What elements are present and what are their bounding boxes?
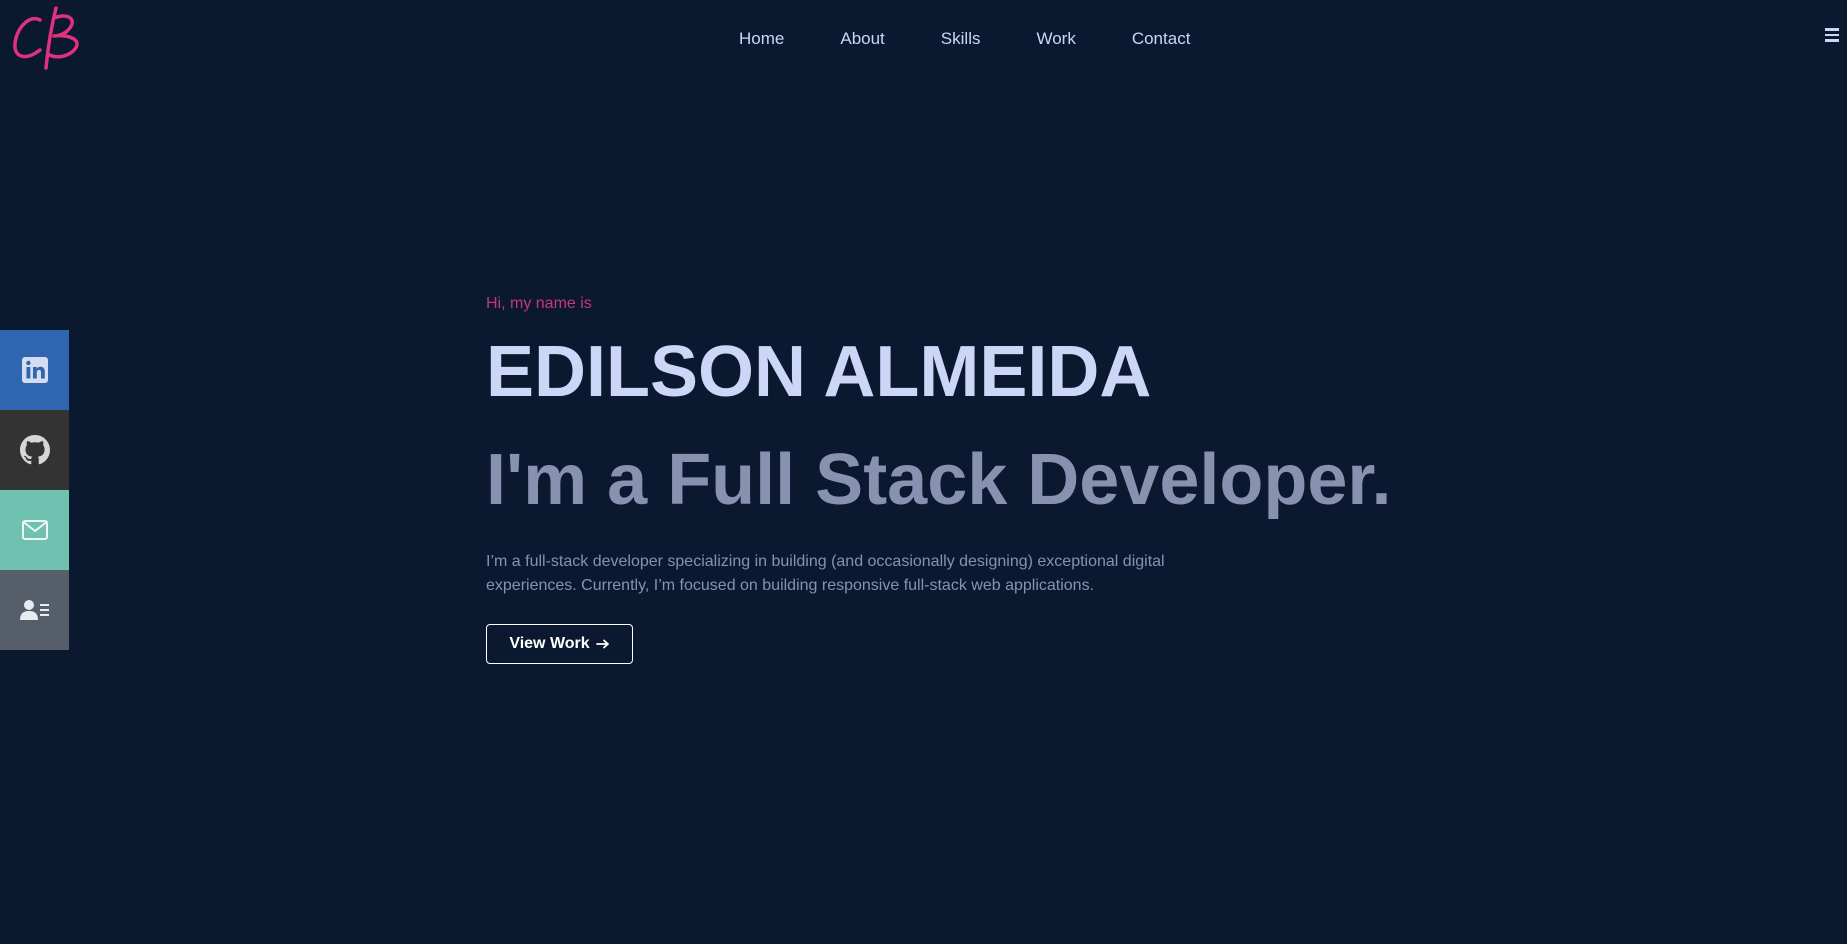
- mail-icon: [21, 520, 48, 540]
- social-sidebar: [0, 330, 69, 650]
- nav-links: Home About Skills Work Contact: [739, 28, 1190, 50]
- hero-name: EDILSON ALMEIDA: [486, 332, 1152, 412]
- resume-link[interactable]: [0, 570, 69, 650]
- nav-item-home[interactable]: Home: [739, 28, 784, 50]
- nav-item-skills[interactable]: Skills: [941, 28, 981, 50]
- hero-intro: Hi, my name is: [486, 295, 592, 312]
- github-link[interactable]: [0, 410, 69, 490]
- email-link[interactable]: [0, 490, 69, 570]
- nav-item-contact[interactable]: Contact: [1132, 28, 1191, 50]
- contact-card-icon: [19, 600, 49, 620]
- view-work-button[interactable]: View Work: [486, 624, 633, 664]
- linkedin-icon: [21, 357, 48, 383]
- github-icon: [19, 435, 50, 465]
- nav-item-work[interactable]: Work: [1036, 28, 1075, 50]
- hero-description: I’m a full-stack developer specializing …: [486, 553, 1165, 594]
- arrow-right-icon: [595, 639, 609, 649]
- hero-section: Hi, my name is EDILSON ALMEIDA I'm a Ful…: [486, 292, 1686, 664]
- linkedin-link[interactable]: [0, 330, 69, 410]
- nav-item-about[interactable]: About: [840, 28, 884, 50]
- view-work-label: View Work: [509, 635, 590, 652]
- page: Home About Skills Work Contact Hi, my na…: [0, 0, 1847, 944]
- hero-role: I'm a Full Stack Developer.: [486, 440, 1392, 520]
- hamburger-icon[interactable]: [1825, 28, 1839, 44]
- top-nav: Home About Skills Work Contact: [0, 0, 1847, 80]
